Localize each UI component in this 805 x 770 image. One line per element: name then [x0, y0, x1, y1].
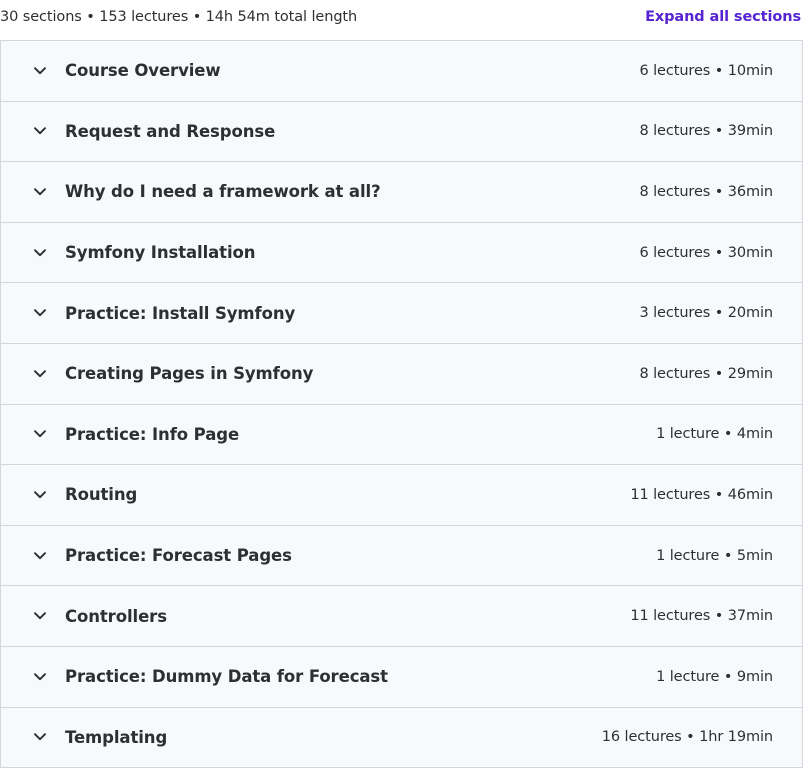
section-title: Templating [65, 727, 168, 747]
section-title: Practice: Forecast Pages [65, 546, 292, 566]
section-title: Routing [65, 485, 138, 505]
expand-all-sections-button[interactable]: Expand all sections [645, 9, 801, 25]
chevron-down-icon[interactable] [33, 670, 47, 684]
chevron-down-icon[interactable] [33, 64, 47, 78]
section-title: Practice: Dummy Data for Forecast [65, 667, 388, 687]
section-meta: 8 lectures • 36min [639, 183, 773, 200]
chevron-down-icon[interactable] [33, 246, 47, 260]
section-row[interactable]: Practice: Dummy Data for Forecast 1 lectu… [1, 646, 802, 708]
section-meta: 11 lectures • 46min [630, 486, 773, 503]
section-row[interactable]: Why do I need a framework at all? 8 lectu… [1, 162, 802, 223]
section-row[interactable]: Controllers 11 lectures • 37min [1, 586, 802, 647]
section-title: Practice: Info Page [65, 424, 240, 444]
chevron-down-icon[interactable] [33, 367, 47, 381]
chevron-down-icon[interactable] [33, 427, 47, 441]
section-meta: 16 lectures • 1hr 19min [601, 729, 773, 746]
section-row[interactable]: Practice: Info Page 1 lecture • 4min [1, 404, 802, 466]
section-row[interactable]: Creating Pages in Symfony 8 lectures • 29… [1, 343, 802, 405]
chevron-down-icon[interactable] [33, 124, 47, 138]
curriculum-summary: 30 sections • 153 lectures • 14h 54m tot… [0, 9, 358, 25]
section-meta: 6 lectures • 10min [639, 62, 773, 79]
section-meta: 1 lecture • 5min [656, 547, 773, 564]
section-row[interactable]: Practice: Install Symfony 3 lectures • 20… [1, 283, 802, 344]
section-row[interactable]: Course Overview 6 lectures • 10min [1, 41, 802, 102]
section-row[interactable]: Templating 16 lectures • 1hr 19min [1, 707, 802, 769]
section-title: Controllers [65, 606, 167, 626]
section-title: Symfony Installation [65, 243, 256, 263]
section-title: Creating Pages in Symfony [65, 364, 314, 384]
section-title: Request and Response [65, 121, 276, 141]
section-title: Practice: Install Symfony [65, 303, 296, 323]
chevron-down-icon[interactable] [33, 609, 47, 623]
section-row[interactable]: Symfony Installation 6 lectures • 30min [1, 222, 802, 284]
chevron-down-icon[interactable] [33, 730, 47, 744]
chevron-down-icon[interactable] [33, 185, 47, 199]
section-meta: 3 lectures • 20min [639, 305, 773, 322]
chevron-down-icon[interactable] [33, 549, 47, 563]
curriculum-header: 30 sections • 153 lectures • 14h 54m tot… [0, 0, 805, 36]
section-meta: 8 lectures • 29min [639, 365, 773, 382]
section-meta: 8 lectures • 39min [639, 123, 773, 140]
section-title: Why do I need a framework at all? [65, 182, 381, 202]
chevron-down-icon[interactable] [33, 306, 47, 320]
section-row[interactable]: Routing 11 lectures • 46min [1, 465, 802, 526]
section-row[interactable]: Request and Response 8 lectures • 39min [1, 101, 802, 163]
section-meta: 1 lecture • 9min [656, 668, 773, 685]
section-meta: 11 lectures • 37min [630, 608, 773, 625]
section-meta: 1 lecture • 4min [656, 426, 773, 443]
section-title: Course Overview [65, 61, 221, 81]
section-meta: 6 lectures • 30min [639, 244, 773, 261]
section-list: Course Overview 6 lectures • 10min Request… [0, 40, 803, 769]
chevron-down-icon[interactable] [33, 488, 47, 502]
section-row[interactable]: Practice: Forecast Pages 1 lecture • 5min [1, 525, 802, 587]
